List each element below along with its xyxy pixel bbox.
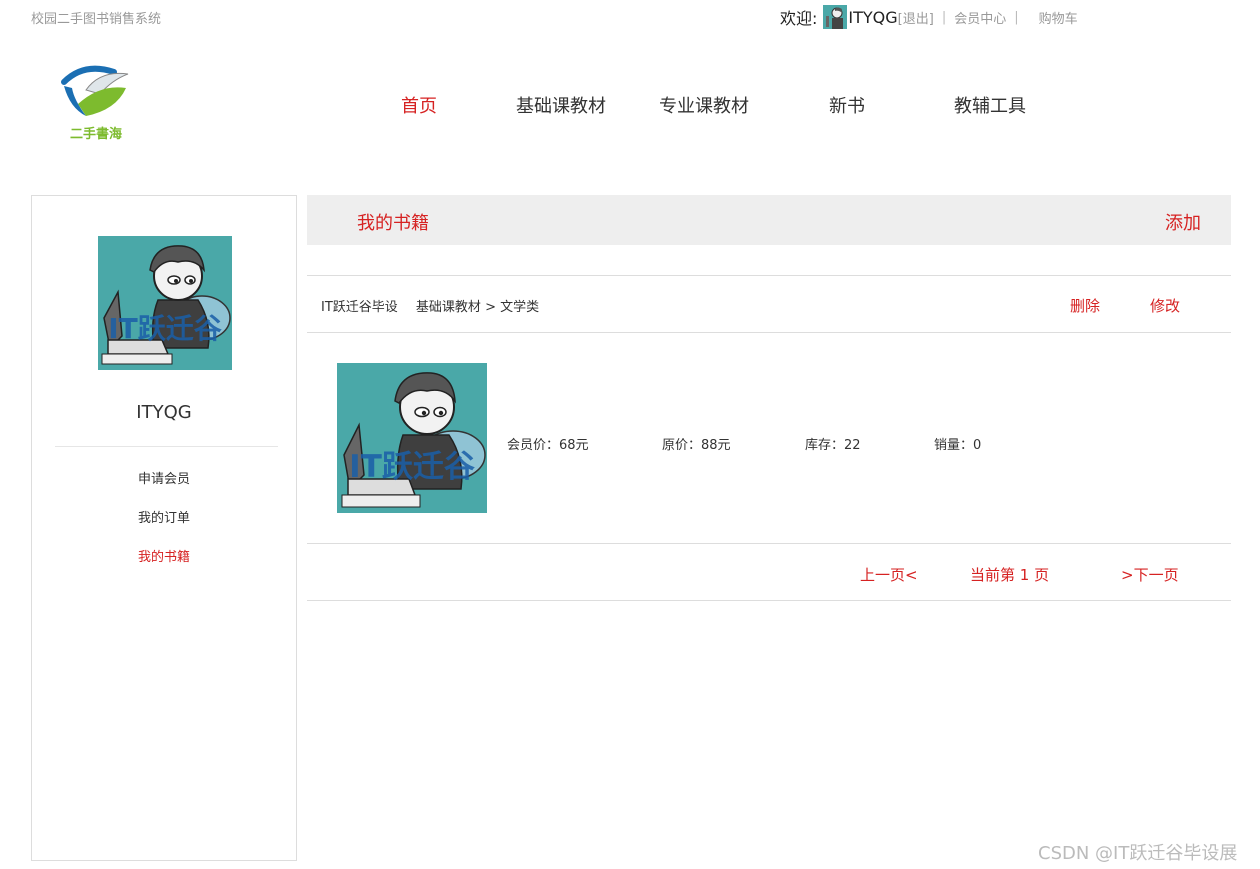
user-area: 欢迎: ITYQG [退出] | 会员中心 | 购物车 (780, 4, 1078, 30)
sales-count: 销量：0 (934, 438, 982, 453)
book-category: 基础课教材 (415, 300, 481, 315)
nav-new-books[interactable]: 新书 (772, 92, 922, 118)
pagination: 上一页< 当前第 1 页 >下一页 (307, 564, 1231, 584)
cover-watermark: IT跃迁谷 (349, 449, 475, 485)
nav-major-textbooks[interactable]: 专业课教材 (629, 92, 779, 118)
sidebar-menu: 申请会员 我的订单 我的书籍 (32, 468, 296, 585)
top-bar: 校园二手图书销售系统 欢迎: ITYQG [退出] | 会员中心 | 购物车 (0, 0, 1260, 34)
site-logo[interactable]: 二手書海 (56, 58, 136, 144)
content-header: 我的书籍 添加 (307, 195, 1231, 245)
add-book-button[interactable]: 添加 (1165, 209, 1201, 235)
divider (307, 332, 1231, 333)
divider (307, 543, 1231, 544)
stock-count: 库存：22 (805, 438, 861, 453)
divider (307, 275, 1231, 276)
original-price: 原价：88元 (662, 438, 731, 453)
book-cover-image[interactable]: IT跃迁谷 (337, 363, 487, 513)
book-info: 会员价：68元 原价：88元 库存：22 销量：0 (507, 434, 1107, 454)
user-sidebar: IT跃迁谷 ITYQG 申请会员 我的订单 我的书籍 (31, 195, 297, 861)
sidebar-item-my-books[interactable]: 我的书籍 (32, 546, 296, 585)
nav-home[interactable]: 首页 (344, 92, 494, 118)
book-subcategory: 文学类 (500, 300, 540, 315)
avatar-watermark: IT跃迁谷 (108, 312, 223, 345)
cart-link[interactable]: 购物车 (1039, 8, 1078, 27)
book-meta: IT跃迁谷毕设 基础课教材 > 文学类 (321, 296, 539, 315)
current-page-label: 当前第 1 页 (970, 566, 1050, 584)
page-title: 我的书籍 (357, 213, 429, 234)
sidebar-divider (55, 446, 278, 447)
welcome-text: 欢迎: (780, 9, 818, 28)
nav-study-tools[interactable]: 教辅工具 (915, 92, 1065, 118)
csdn-watermark: CSDN @IT跃迁谷毕设展 (1038, 843, 1238, 864)
next-page-button[interactable]: >下一页 (1121, 564, 1179, 585)
username-link[interactable]: ITYQG (848, 8, 897, 27)
user-avatar-icon[interactable] (823, 5, 848, 29)
logout-link[interactable]: [退出] (898, 8, 934, 27)
edit-book-button[interactable]: 修改 (1150, 295, 1180, 316)
profile-avatar-icon: IT跃迁谷 (98, 236, 232, 370)
delete-book-button[interactable]: 删除 (1070, 295, 1100, 316)
sidebar-item-my-orders[interactable]: 我的订单 (32, 507, 296, 546)
divider: | (1014, 9, 1019, 25)
book-seller: IT跃迁谷毕设 (321, 300, 398, 315)
member-center-link[interactable]: 会员中心 (954, 8, 1006, 27)
sidebar-item-apply-membership[interactable]: 申请会员 (32, 468, 296, 507)
profile-username: ITYQG (136, 402, 192, 423)
member-price: 会员价：68元 (507, 438, 589, 453)
nav-basic-textbooks[interactable]: 基础课教材 (486, 92, 636, 118)
prev-page-button[interactable]: 上一页< (860, 564, 918, 585)
book-sea-logo-icon: 二手書海 (61, 65, 129, 142)
site-name: 校园二手图书销售系统 (31, 12, 162, 27)
logo-text: 二手書海 (70, 126, 122, 142)
breadcrumb-separator: > (485, 300, 496, 315)
divider (307, 600, 1231, 601)
divider: | (941, 9, 947, 25)
